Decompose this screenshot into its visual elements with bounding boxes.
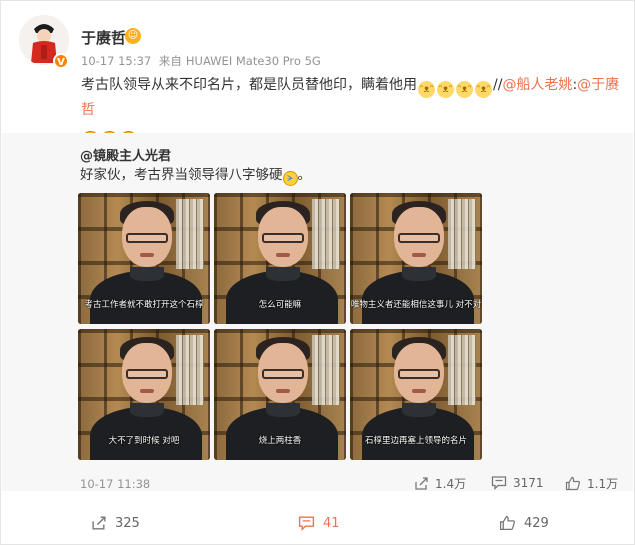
thumbs-up-icon	[565, 476, 581, 491]
thumbnail-subtitle: 唯物主义者还能相信这事儿 对不对	[350, 300, 482, 310]
video-thumbnail[interactable]: 怎么可能嘛	[214, 193, 346, 324]
repost-text: 好家伙，考古界当领导得八字够硬 ᗒ。	[80, 165, 311, 186]
share-icon	[415, 477, 428, 490]
cat-face-emoji: ᵔᴥᵔ	[437, 81, 454, 98]
repost-like-count: 1.1万	[587, 477, 619, 491]
video-thumbnail[interactable]: 大不了到时候 对吧	[78, 329, 210, 460]
post-actions-bar: 325 41 429	[1, 507, 634, 543]
verified-badge-icon: V	[53, 53, 69, 69]
weibo-post-card: V 于赓哲 ☺ 10-17 15:37 来自 HUAWEI Mate30 Pro …	[0, 0, 635, 545]
comment-icon	[491, 476, 507, 490]
repost-like-button[interactable]: 1.1万	[565, 475, 618, 492]
cat-face-emoji: ᵔᴥᵔ	[456, 81, 473, 98]
post-text-main: 考古队领导从来不印名片，都是队员替他印，瞒着他用	[81, 77, 417, 93]
image-grid: 考古工作者就不敢打开这个石椁 怎么可能嘛 唯物主义者还能相信这事儿 对不对 大不…	[78, 193, 486, 463]
cat-face-emoji: ᵔᴥᵔ	[475, 81, 492, 98]
like-button[interactable]: 429	[499, 515, 549, 531]
repost-share-count: 1.4万	[435, 477, 467, 491]
comment-count: 41	[323, 515, 340, 531]
post-meta: 10-17 15:37 来自 HUAWEI Mate30 Pro 5G	[81, 53, 325, 69]
repost-share-button[interactable]: 1.4万	[414, 475, 466, 492]
laugh-cry-emoji: ᗒ	[282, 171, 298, 186]
like-count: 429	[524, 515, 549, 531]
thumbnail-subtitle: 怎么可能嘛	[258, 300, 302, 310]
username[interactable]: 于赓哲	[81, 27, 126, 48]
post-time[interactable]: 10-17 15:37	[81, 54, 151, 68]
video-thumbnail[interactable]: 考古工作者就不敢打开这个石椁	[78, 193, 210, 324]
repost-author[interactable]: @镜殿主人光君	[80, 145, 171, 164]
thumbnail-subtitle: 石椁里边再塞上领导的名片	[364, 436, 467, 446]
thumbnail-subtitle: 大不了到时候 对吧	[108, 436, 180, 446]
thumbnail-subtitle: 考古工作者就不敢打开这个石椁	[84, 300, 204, 310]
share-button[interactable]: 325	[91, 515, 140, 531]
source-device: HUAWEI Mate30 Pro 5G	[185, 54, 321, 68]
video-thumbnail[interactable]: 烧上两柱香	[214, 329, 346, 460]
thumbs-up-icon	[499, 515, 515, 531]
video-thumbnail[interactable]: 石椁里边再塞上领导的名片	[350, 329, 482, 460]
share-icon	[92, 516, 106, 530]
repost-text-body: 好家伙，考古界当领导得八字够硬	[80, 167, 283, 183]
cat-face-emoji: ᵔᴥᵔ	[418, 81, 435, 98]
comment-button[interactable]: 41	[298, 515, 340, 531]
repost-date[interactable]: 10-17 11:38	[80, 477, 150, 491]
source-prefix: 来自	[158, 54, 182, 68]
thumbnail-subtitle: 烧上两柱香	[258, 436, 302, 446]
video-thumbnail[interactable]: 唯物主义者还能相信这事儿 对不对	[350, 193, 482, 324]
reposted-content: @镜殿主人光君 好家伙，考古界当领导得八字够硬 ᗒ。 考古工作者就不敢打开这个石椁…	[2, 133, 633, 491]
share-count: 325	[115, 515, 140, 531]
member-badge-icon[interactable]: ☺	[125, 28, 141, 44]
comment-icon	[298, 516, 315, 531]
repost-comment-button[interactable]: 3171	[491, 475, 544, 490]
repost-comment-count: 3171	[513, 475, 544, 490]
mention-link[interactable]: @船人老姚	[502, 77, 572, 93]
